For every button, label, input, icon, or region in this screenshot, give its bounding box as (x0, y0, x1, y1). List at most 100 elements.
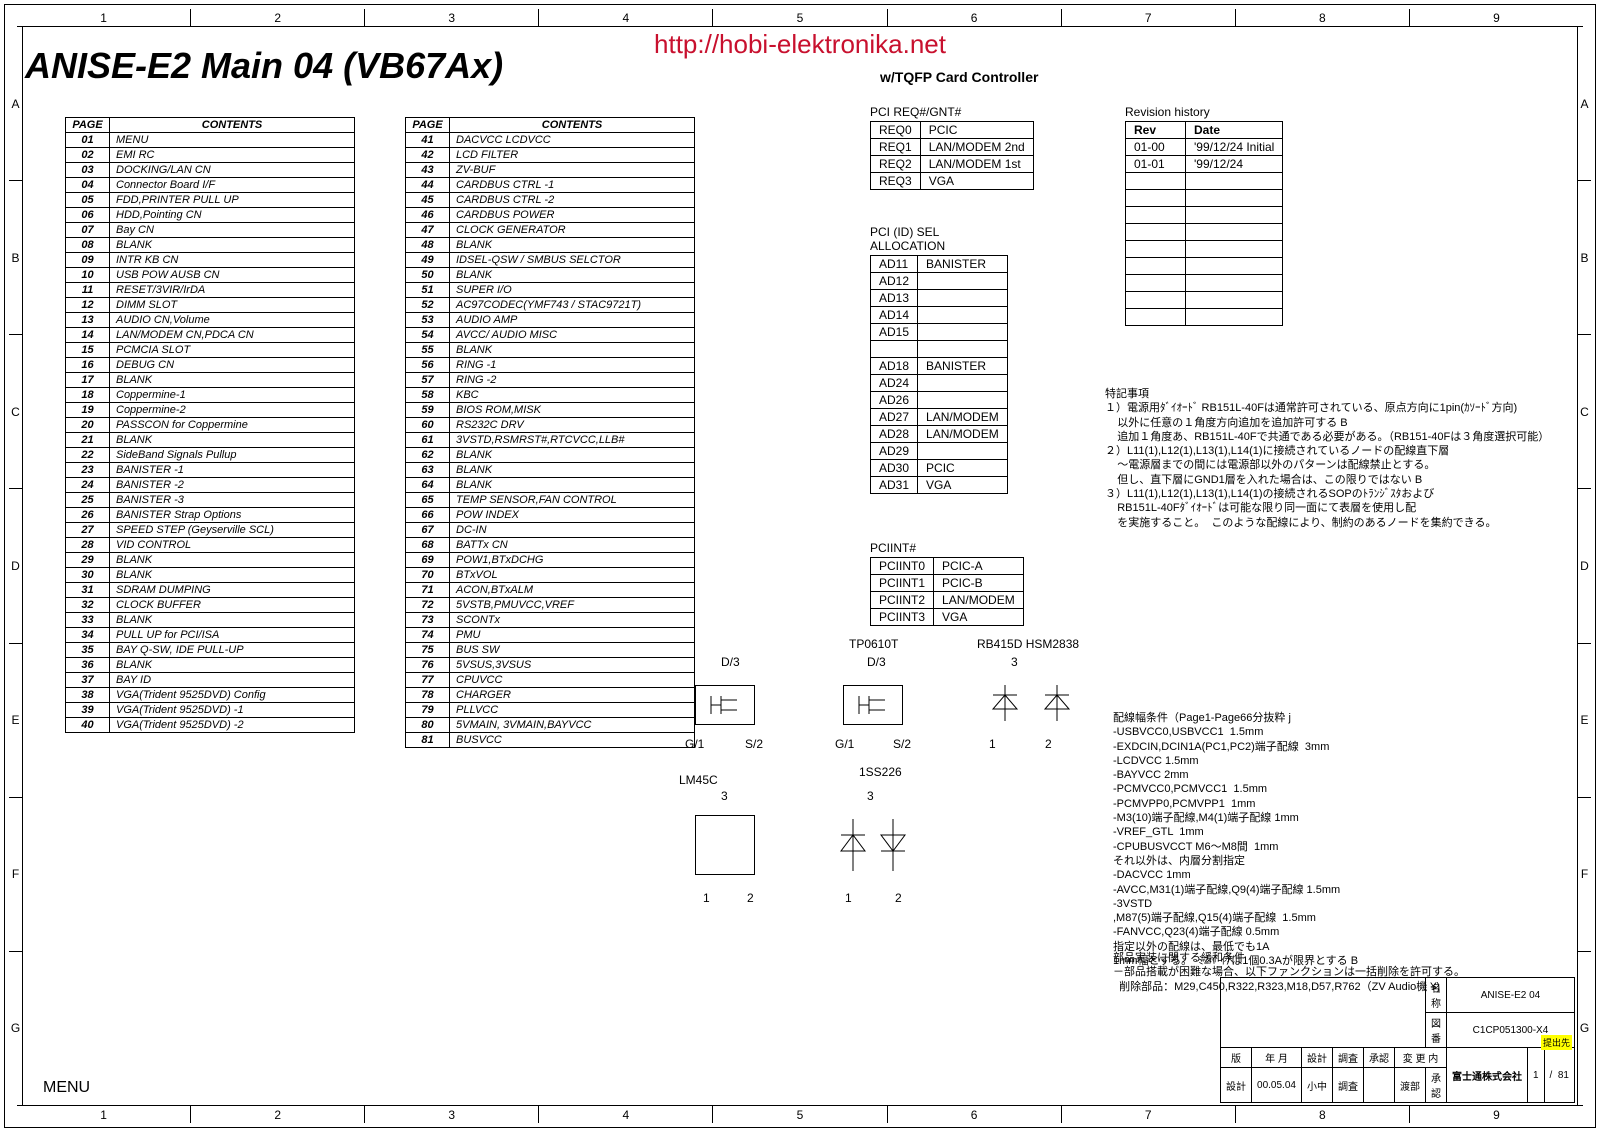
toc-row: 78CHARGER (406, 688, 695, 703)
toc-row: 18Coppermine-1 (66, 388, 355, 403)
toc-page-number: 79 (406, 703, 450, 718)
toc-page-number: 42 (406, 148, 450, 163)
toc-row: 48BLANK (406, 238, 695, 253)
ruler-row-label: A (9, 27, 22, 181)
table-row: AD12 (871, 273, 1008, 290)
toc-contents: BLANK (110, 238, 355, 253)
revision-history-table: Revision history Rev Date 01-00'99/12/24… (1125, 105, 1283, 326)
rev-header-rev: Rev (1126, 122, 1186, 139)
table-row: REQ3VGA (871, 173, 1034, 190)
table-cell: AD30 (871, 460, 918, 477)
toc-contents: CPUVCC (450, 673, 695, 688)
toc-contents: BLANK (110, 553, 355, 568)
toc-row: 73SCONTx (406, 613, 695, 628)
toc-row: 08BLANK (66, 238, 355, 253)
drawing-code: C1CP051300-X4 提出先 (1446, 1013, 1574, 1048)
revision-empty-row (1126, 275, 1283, 292)
toc-contents: 5VSTB,PMUVCC,VREF (450, 598, 695, 613)
toc-page-number: 06 (66, 208, 110, 223)
toc-contents: SDRAM DUMPING (110, 583, 355, 598)
toc-contents: BLANK (450, 343, 695, 358)
toc-contents: BIOS ROM,MISK (450, 403, 695, 418)
lm45c-symbol (695, 815, 755, 875)
toc-contents: POW INDEX (450, 508, 695, 523)
toc-header-contents: CONTENTS (110, 118, 355, 133)
toc-row: 60RS232C DRV (406, 418, 695, 433)
toc-contents: VID CONTROL (110, 538, 355, 553)
toc-row: 26BANISTER Strap Options (66, 508, 355, 523)
ruler-col-label: 5 (713, 1106, 887, 1123)
ruler-col-label: 5 (713, 9, 887, 26)
ruler-row-label: E (1578, 644, 1591, 798)
toc-contents: Connector Board I/F (110, 178, 355, 193)
table-cell: REQ2 (871, 156, 921, 173)
toc-contents: BATTx CN (450, 538, 695, 553)
toc-row: 52AC97CODEC(YMF743 / STAC9721T) (406, 298, 695, 313)
toc-contents: PULL UP for PCI/ISA (110, 628, 355, 643)
toc-header-page: PAGE (66, 118, 110, 133)
pci-sel-table: PCI (ID) SEL ALLOCATION AD11BANISTERAD12… (870, 225, 1008, 494)
table-cell: VGA (918, 477, 1008, 494)
label-tp0610t: TP0610T (849, 637, 898, 651)
toc-row: 57RING -2 (406, 373, 695, 388)
toc-contents: CARDBUS CTRL -1 (450, 178, 695, 193)
toc-row: 38VGA(Trident 9525DVD) Config (66, 688, 355, 703)
table-row: PCIINT0PCIC-A (871, 558, 1024, 575)
toc-page-number: 01 (66, 133, 110, 148)
revision-cell: '99/12/24 (1186, 156, 1283, 173)
empty-cell (1186, 207, 1283, 224)
table-row: PCIINT3VGA (871, 609, 1024, 626)
toc-row: 47CLOCK GENERATOR (406, 223, 695, 238)
toc-contents: RS232C DRV (450, 418, 695, 433)
source-url: http://hobi-elektronika.net (654, 29, 946, 60)
ruler-row-label: C (9, 335, 22, 489)
table-cell: REQ1 (871, 139, 921, 156)
fet-symbol-1 (695, 685, 755, 725)
toc-contents: AUDIO AMP (450, 313, 695, 328)
toc-row: 01MENU (66, 133, 355, 148)
empty-cell (1126, 190, 1186, 207)
toc-contents: SideBand Signals Pullup (110, 448, 355, 463)
label-2: 2 (1045, 737, 1052, 751)
label-2c: 2 (895, 891, 902, 905)
toc-row: 30BLANK (66, 568, 355, 583)
toc-page-number: 70 (406, 568, 450, 583)
ruler-col-label: 9 (1410, 1106, 1583, 1123)
ruler-right: ABCDEFG (1577, 27, 1591, 1105)
empty-cell (1126, 292, 1186, 309)
drawing-frame: 123456789 123456789 ABCDEFG ABCDEFG http… (4, 4, 1596, 1128)
menu-label: MENU (43, 1079, 90, 1097)
toc-page-number: 46 (406, 208, 450, 223)
tb-approve2: 承認 (1425, 1068, 1446, 1103)
toc-page-number: 41 (406, 133, 450, 148)
revision-cell: 01-01 (1126, 156, 1186, 173)
toc-row: 81BUSVCC (406, 733, 695, 748)
toc-contents: BLANK (110, 568, 355, 583)
toc-page-number: 74 (406, 628, 450, 643)
table-cell: AD28 (871, 426, 918, 443)
toc-contents: BLANK (110, 373, 355, 388)
dual-diode-icon (833, 811, 913, 881)
empty-cell (1186, 173, 1283, 190)
ruler-row-label: F (1578, 798, 1591, 952)
tb-date-value: 00.05.04 (1252, 1068, 1302, 1103)
label-2b: 2 (747, 891, 754, 905)
table-row: PCIINT2LAN/MODEM (871, 592, 1024, 609)
toc-page-number: 66 (406, 508, 450, 523)
revision-empty-row (1126, 207, 1283, 224)
label-rb415d: RB415D HSM2838 (977, 637, 1079, 651)
toc-row: 37BAY ID (66, 673, 355, 688)
revision-empty-row (1126, 190, 1283, 207)
toc-page-number: 54 (406, 328, 450, 343)
empty-cell (1126, 258, 1186, 275)
toc-row: 49IDSEL-QSW / SMBUS SELCTOR (406, 253, 695, 268)
toc-contents: AUDIO CN,Volume (110, 313, 355, 328)
ruler-left: ABCDEFG (9, 27, 23, 1105)
toc-page-number: 19 (66, 403, 110, 418)
ruler-col-label: 6 (888, 1106, 1062, 1123)
toc-page-number: 25 (66, 493, 110, 508)
ruler-col-label: 1 (17, 1106, 191, 1123)
ruler-row-label: G (9, 952, 22, 1105)
toc-contents: VGA(Trident 9525DVD) -2 (110, 718, 355, 733)
toc-contents: LCD FILTER (450, 148, 695, 163)
